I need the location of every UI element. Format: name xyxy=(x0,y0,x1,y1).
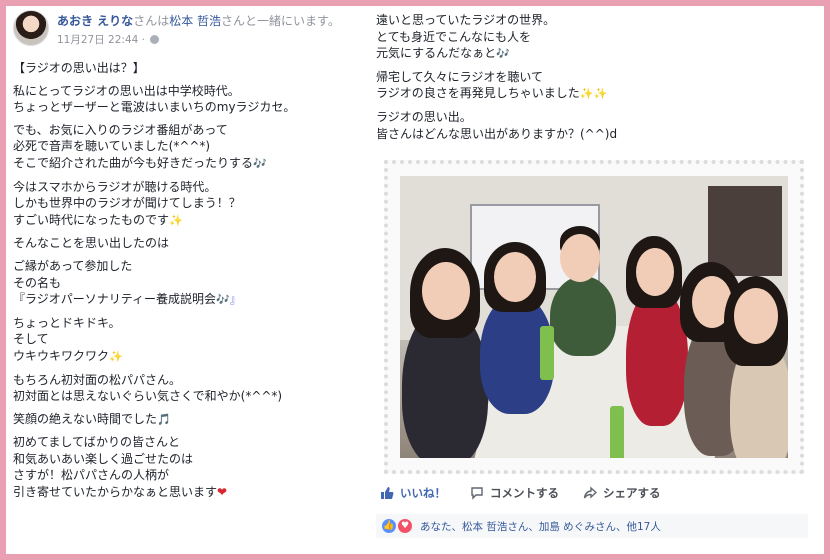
music-note-icon: 🎶 xyxy=(496,47,510,61)
post-paragraph: 笑顔の絶えない時間でした🎵 xyxy=(13,411,171,426)
sparkle-icon: ✨✨ xyxy=(579,87,608,101)
post-paragraph: でも、お気に入りのラジオ番組があって 必死で音声を聴いていました(*^^*) そ… xyxy=(13,122,267,170)
with-prefix: さんは xyxy=(133,14,170,28)
post-left-column: あおき えりなさんは松本 哲浩さんと一緒にいます。 11月27日 22:44 ·… xyxy=(13,10,363,507)
post-paragraph: ラジオの思い出。 皆さんはどんな思い出がありますか？(^^)d xyxy=(376,109,618,141)
post-paragraph: ちょっとドキドキ。 そして ウキウキワクワク✨ xyxy=(13,315,123,363)
comment-icon xyxy=(471,487,483,500)
photo-face xyxy=(560,234,600,282)
post-author-line: あおき えりなさんは松本 哲浩さんと一緒にいます。 xyxy=(57,12,340,29)
globe-icon xyxy=(150,35,160,44)
share-button[interactable]: シェアする xyxy=(583,485,661,501)
music-note-icon: 🎶 xyxy=(253,156,267,170)
comment-button[interactable]: コメントする xyxy=(470,485,559,501)
avatar[interactable] xyxy=(13,10,49,46)
like-reaction-icon: 👍 xyxy=(382,519,396,533)
thumbs-up-icon xyxy=(381,487,394,499)
like-button[interactable]: いいね！ xyxy=(380,485,446,501)
reaction-summary[interactable]: あなた、松本 哲浩さん、加島 めぐみさん、他17人 xyxy=(420,519,661,534)
photo-bottle xyxy=(540,326,554,380)
music-note-icon: 🎵 xyxy=(157,412,171,426)
photo-face xyxy=(636,248,674,296)
group-photo[interactable] xyxy=(400,176,788,458)
photo-person xyxy=(550,276,616,356)
post-action-bar: いいね！ コメントする シェアする xyxy=(376,480,808,506)
comment-label: コメントする xyxy=(490,486,559,500)
timestamp-text[interactable]: 11月27日 22:44 · xyxy=(57,34,145,46)
post-paragraph: ご縁があって参加した その名も 『ラジオパーソナリティー養成説明会🎶』 xyxy=(13,258,241,307)
heart-icon: ❤ xyxy=(217,485,228,500)
photo-face xyxy=(422,262,470,320)
post-paragraph: 遠いと思っていたラジオの世界。 とても身近でこんなにも人を 元気にするんだなぁと… xyxy=(376,13,556,61)
post-paragraph: 帰宅して久々にラジオを聴いて ラジオの良さを再発見しちゃいました✨✨ xyxy=(376,69,608,101)
tagged-person[interactable]: 松本 哲浩 xyxy=(169,14,221,28)
photo-bottle xyxy=(610,406,624,458)
reactions-bar[interactable]: 👍 ♥ あなた、松本 哲浩さん、加島 めぐみさん、他17人 xyxy=(376,514,808,538)
author-name[interactable]: あおき えりな xyxy=(57,14,133,28)
love-reaction-icon: ♥ xyxy=(398,519,412,533)
post-paragraph: 初めてましてばかりの皆さんと 和気あいあい楽しく過ごせたのは さすが！松パパさん… xyxy=(13,435,228,500)
with-suffix: さんと一緒にいます。 xyxy=(221,14,340,28)
post-paragraph: 【ラジオの思い出は？】 xyxy=(13,61,145,75)
post-paragraph: 私にとってラジオの思い出は中学校時代。 ちょっとザーザーと電波はいまいちのmyラ… xyxy=(13,83,296,115)
sparkle-icon: ✨ xyxy=(109,349,123,363)
photo-frame xyxy=(384,160,804,474)
post-body: 【ラジオの思い出は？】 私にとってラジオの思い出は中学校時代。 ちょっとザーザー… xyxy=(13,60,363,501)
like-label: いいね！ xyxy=(400,486,446,500)
photo-face xyxy=(734,288,778,344)
share-icon xyxy=(583,486,597,499)
post-right-column: 遠いと思っていたラジオの世界。 とても身近でこんなにも人を 元気にするんだなぁと… xyxy=(376,12,816,148)
post-paragraph: もちろん初対面の松パパさん。 初対面とは思えないぐらい気さくで和やか(*^^*) xyxy=(13,372,283,404)
post-header: あおき えりなさんは松本 哲浩さんと一緒にいます。 11月27日 22:44 · xyxy=(13,10,363,60)
photo-face xyxy=(494,252,536,302)
post-timestamp[interactable]: 11月27日 22:44 · xyxy=(57,32,160,47)
sparkle-icon: ✨ xyxy=(169,213,183,227)
post-paragraph: 今はスマホからラジオが聴ける時代。 しかも世界中のラジオが聞けてしまう！？ すご… xyxy=(13,179,241,227)
share-label: シェアする xyxy=(603,486,661,500)
post-paragraph: そんなことを思い出したのは xyxy=(13,236,170,251)
music-note-icon: 🎶』 xyxy=(216,293,241,307)
